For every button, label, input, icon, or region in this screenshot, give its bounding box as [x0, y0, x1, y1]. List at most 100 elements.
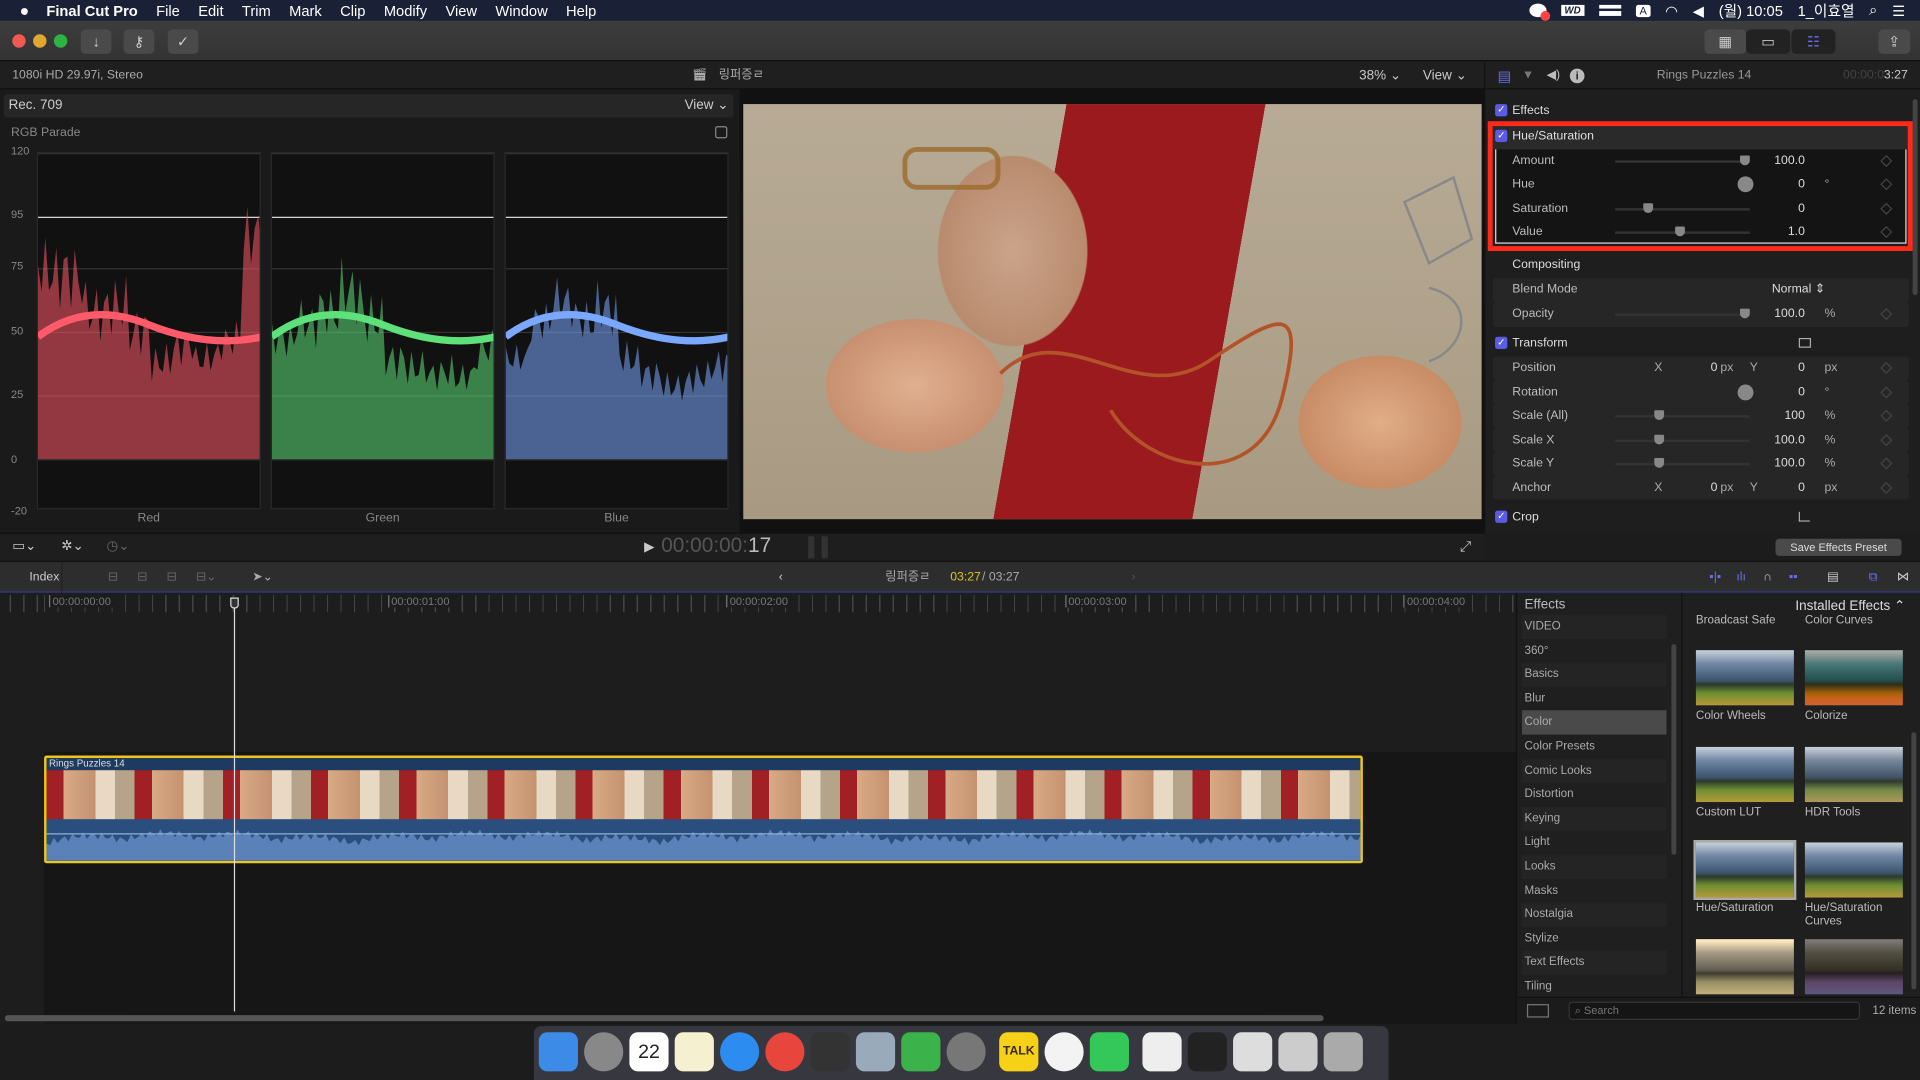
- effects-browser-icon[interactable]: ⧉: [1869, 562, 1878, 594]
- menu-file[interactable]: File: [156, 2, 180, 19]
- crop-onscreen-icon[interactable]: [1798, 511, 1810, 522]
- dock-doc4-icon[interactable]: [1278, 1032, 1318, 1072]
- menu-clip[interactable]: Clip: [340, 2, 365, 19]
- dock-doc2-icon[interactable]: [1187, 1032, 1227, 1072]
- user-name[interactable]: 1_이효열: [1798, 0, 1855, 21]
- inspector-toggle-button[interactable]: ☷: [1791, 29, 1836, 54]
- index-button[interactable]: Index: [29, 562, 59, 594]
- snapping-icon[interactable]: ▪▪: [1789, 562, 1798, 594]
- back-button[interactable]: ‹: [779, 562, 783, 594]
- zoom-button[interactable]: [53, 34, 68, 48]
- dock-trash-icon[interactable]: [1323, 1032, 1363, 1072]
- category-scrollbar[interactable]: [1671, 644, 1677, 855]
- category-masks[interactable]: Masks: [1522, 878, 1667, 903]
- video-inspector-tab[interactable]: ▤: [1498, 62, 1512, 89]
- effect-thumbnail[interactable]: [1804, 938, 1903, 994]
- playhead[interactable]: [230, 597, 239, 1012]
- viewer-view-dropdown[interactable]: View ⌄: [1423, 62, 1467, 89]
- notification-icon[interactable]: [1528, 3, 1550, 21]
- keyframe-icon[interactable]: [1880, 225, 1893, 239]
- connect-clip-icon[interactable]: ⊟: [108, 562, 118, 594]
- video-frame[interactable]: [743, 104, 1482, 520]
- solo-icon[interactable]: ∩: [1763, 562, 1772, 594]
- dock-final-cut-pro-icon[interactable]: [810, 1032, 850, 1072]
- category-tiling[interactable]: Tiling: [1522, 974, 1667, 999]
- transform-slider[interactable]: [1615, 457, 1750, 468]
- slider-thumb[interactable]: [1654, 434, 1665, 444]
- volume-icon[interactable]: ◀: [1693, 2, 1704, 19]
- category-looks[interactable]: Looks: [1522, 854, 1667, 879]
- viewer-display-options[interactable]: ▭⌄: [12, 538, 36, 554]
- slider-thumb[interactable]: [1740, 308, 1750, 319]
- menu-trim[interactable]: Trim: [242, 2, 271, 19]
- keyboard-icon[interactable]: [1599, 4, 1622, 16]
- param-slider[interactable]: [1615, 154, 1750, 165]
- minimize-button[interactable]: [33, 34, 47, 48]
- info-inspector-tab[interactable]: i: [1569, 68, 1585, 84]
- append-clip-icon[interactable]: ⊟: [167, 562, 177, 594]
- keyframe-icon[interactable]: [1880, 202, 1893, 215]
- fullscreen-icon[interactable]: ⤢: [1460, 538, 1472, 556]
- category-360-[interactable]: 360°: [1522, 638, 1667, 663]
- keyframe-icon[interactable]: [1880, 361, 1893, 375]
- menu-help[interactable]: Help: [566, 2, 596, 19]
- category-stylize[interactable]: Stylize: [1522, 926, 1667, 951]
- keyframe-icon[interactable]: [1880, 308, 1893, 321]
- category-color-presets[interactable]: Color Presets: [1522, 734, 1667, 759]
- dock-system-preferences-icon[interactable]: [946, 1032, 986, 1072]
- timeline[interactable]: 00:00:00:00 00:00:01:00 00:00:02:00 00:00:0…: [0, 592, 1516, 1024]
- share-icon[interactable]: ⇪: [1878, 29, 1911, 54]
- effect-name[interactable]: Hue/Saturation: [1696, 901, 1806, 914]
- effect-name[interactable]: HDR Tools: [1805, 805, 1915, 818]
- background-tasks-icon[interactable]: ✓: [167, 29, 199, 54]
- dock-itunes-icon[interactable]: [1044, 1032, 1084, 1072]
- blend-mode-dropdown[interactable]: Normal ⇕: [1772, 278, 1825, 302]
- menu-app[interactable]: Final Cut Pro: [46, 2, 137, 19]
- slider-thumb[interactable]: [1642, 202, 1653, 213]
- retime-menu[interactable]: ◷⌄: [107, 538, 130, 554]
- spotlight-search-icon[interactable]: ⌕: [1869, 1, 1877, 19]
- category-distortion[interactable]: Distortion: [1522, 782, 1667, 807]
- effect-thumbnail[interactable]: [1804, 746, 1903, 802]
- category-basics[interactable]: Basics: [1522, 662, 1667, 687]
- effect-thumbnail[interactable]: [1804, 650, 1903, 706]
- keywords-icon[interactable]: ⚷: [123, 29, 155, 54]
- save-effects-preset-button[interactable]: Save Effects Preset: [1775, 538, 1902, 556]
- dock-calendar-icon[interactable]: 22: [629, 1032, 669, 1072]
- input-source-icon[interactable]: A: [1635, 4, 1651, 17]
- menu-mark[interactable]: Mark: [289, 2, 322, 19]
- sidebar-toggle-icon[interactable]: [1526, 1004, 1549, 1018]
- insert-clip-icon[interactable]: ⊟: [137, 562, 147, 594]
- wd-drive-icon[interactable]: WD: [1560, 4, 1585, 16]
- audio-inspector-tab[interactable]: ◀): [1547, 62, 1561, 89]
- effect-thumbnail[interactable]: [1695, 650, 1794, 706]
- notification-center-icon[interactable]: ☰: [1892, 2, 1905, 19]
- opacity-slider[interactable]: [1615, 308, 1750, 319]
- grid-scrollbar[interactable]: [1911, 732, 1917, 990]
- category-nostalgia[interactable]: Nostalgia: [1522, 902, 1667, 927]
- slider-thumb[interactable]: [1654, 410, 1665, 421]
- dock-launchpad-icon[interactable]: [584, 1032, 624, 1072]
- menu-edit[interactable]: Edit: [198, 2, 223, 19]
- clock[interactable]: (월) 10:05: [1719, 0, 1783, 21]
- close-button[interactable]: [12, 34, 26, 48]
- effects-search-input[interactable]: ⌕ Search: [1568, 1001, 1861, 1021]
- effects-checkbox[interactable]: ✓: [1495, 104, 1508, 117]
- timecode-display[interactable]: 00:00:00:17: [661, 534, 771, 558]
- effect-name[interactable]: Broadcast Safe: [1696, 613, 1806, 626]
- forward-button[interactable]: ›: [1131, 562, 1135, 594]
- dock-facetime-icon[interactable]: [1089, 1032, 1129, 1072]
- effect-thumbnail[interactable]: [1695, 938, 1794, 994]
- keyframe-icon[interactable]: [1880, 154, 1893, 167]
- apple-menu-icon[interactable]: ●: [20, 1, 30, 19]
- category-text-effects[interactable]: Text Effects: [1522, 950, 1667, 975]
- effect-name[interactable]: Custom LUT: [1696, 805, 1806, 818]
- overwrite-clip-icon[interactable]: ⊟⌄: [196, 562, 217, 594]
- dock-doc3-icon[interactable]: [1233, 1032, 1273, 1072]
- rotation-dial[interactable]: [1737, 383, 1754, 400]
- category-video[interactable]: VIDEO: [1522, 614, 1667, 639]
- category-light[interactable]: Light: [1522, 830, 1667, 855]
- crop-checkbox[interactable]: ✓: [1495, 510, 1508, 523]
- effect-name[interactable]: Color Wheels: [1696, 709, 1806, 722]
- import-icon[interactable]: ↓: [80, 29, 112, 54]
